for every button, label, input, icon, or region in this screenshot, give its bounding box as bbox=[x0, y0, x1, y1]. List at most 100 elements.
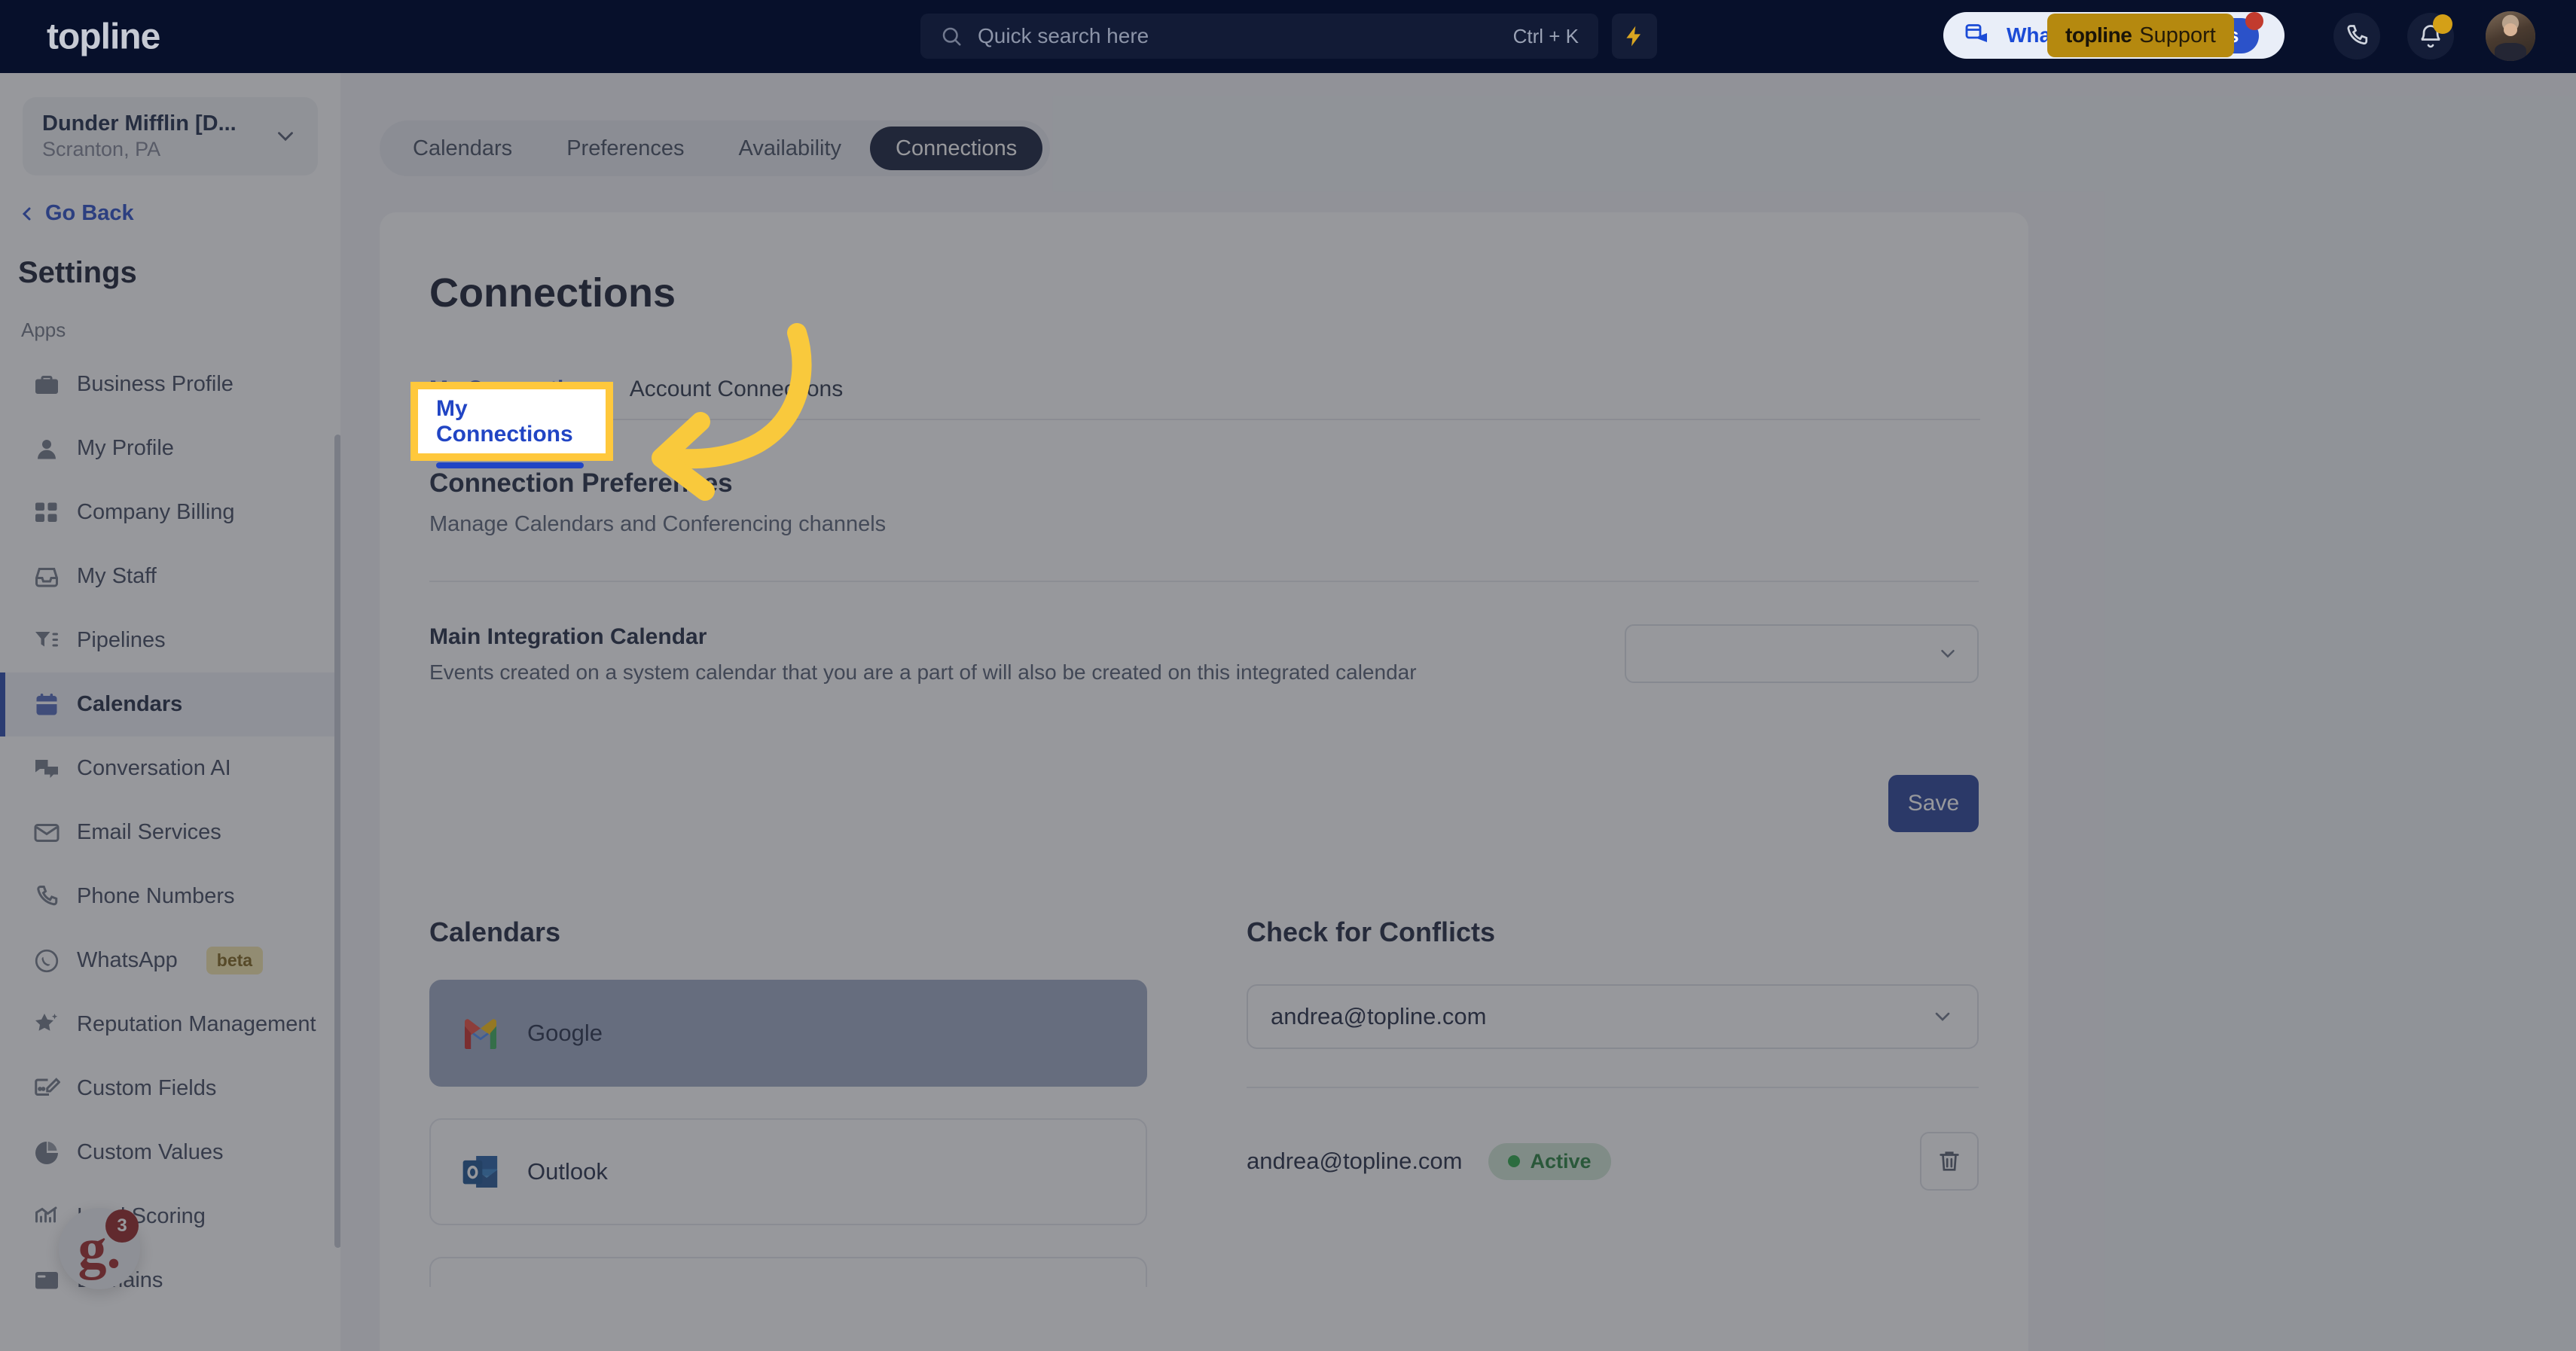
sidebar-item-label: Company Billing bbox=[77, 500, 235, 524]
quick-actions-button[interactable] bbox=[1612, 14, 1657, 59]
connection-preferences-subtitle: Manage Calendars and Conferencing channe… bbox=[429, 512, 887, 536]
app-root: topline Quick search here Ctrl + K What'… bbox=[0, 0, 2576, 1351]
sidebar-item-label: Reputation Management bbox=[77, 1012, 316, 1036]
calendar-option-label: Google bbox=[527, 1020, 603, 1046]
sidebar-item-company-billing[interactable]: Company Billing bbox=[0, 480, 340, 544]
notifications-button[interactable] bbox=[2407, 13, 2454, 59]
sidebar-item-custom-fields[interactable]: Custom Fields bbox=[0, 1057, 340, 1121]
envelope-icon bbox=[34, 823, 60, 842]
sidebar-item-label: Email Services bbox=[77, 820, 221, 844]
inbox-icon bbox=[35, 567, 58, 587]
connection-email: andrea@topline.com bbox=[1246, 1148, 1463, 1174]
location-switcher[interactable]: Dunder Mifflin [D... Scranton, PA bbox=[23, 97, 318, 175]
avatar-body bbox=[2494, 43, 2527, 61]
spotlight-label[interactable]: My Connections bbox=[436, 396, 606, 447]
sidebar-item-label: My Profile bbox=[77, 436, 174, 460]
conflicts-panel: Check for Conflicts andrea@topline.com a… bbox=[1246, 916, 1979, 1287]
avatar[interactable] bbox=[2486, 11, 2535, 61]
main-integration-calendar-select[interactable] bbox=[1625, 624, 1979, 683]
sidebar-item-my-staff[interactable]: My Staff bbox=[0, 544, 340, 608]
calendar-option-label: Outlook bbox=[527, 1158, 608, 1185]
notification-dot bbox=[2433, 14, 2452, 34]
chevron-left-icon bbox=[22, 207, 31, 220]
calendars-panel-heading: Calendars bbox=[429, 916, 561, 947]
chevron-down-icon bbox=[1935, 1012, 1950, 1021]
top-header: topline Quick search here Ctrl + K What'… bbox=[0, 0, 2576, 73]
subtab-account-connections[interactable]: Account Connections bbox=[630, 377, 869, 419]
go-back-label: Go Back bbox=[45, 201, 134, 225]
browser-window-icon bbox=[35, 1271, 58, 1288]
sidebar-item-label: Phone Numbers bbox=[77, 884, 235, 908]
sidebar-item-email-services[interactable]: Email Services bbox=[0, 801, 340, 865]
sidebar-item-label: Pipelines bbox=[77, 628, 166, 652]
support-widget-badge: 3 bbox=[105, 1209, 139, 1243]
app-logo: topline bbox=[47, 17, 160, 56]
support-label: Support bbox=[2139, 23, 2216, 47]
status-label: Active bbox=[1530, 1149, 1592, 1173]
sidebar-group-label: Apps bbox=[21, 319, 66, 341]
tab-preferences[interactable]: Preferences bbox=[541, 127, 710, 170]
connections-card: Connections My Connections Account Conne… bbox=[380, 212, 2028, 1351]
go-back-link[interactable]: Go Back bbox=[18, 201, 340, 226]
calendar-option-google[interactable]: Google bbox=[429, 980, 1147, 1087]
sidebar-nav: Business Profile My Profile Company Bill… bbox=[0, 352, 340, 1313]
location-name: Dunder Mifflin [D... bbox=[42, 111, 237, 136]
lightning-bolt-icon bbox=[1626, 26, 1641, 47]
active-tab-underline bbox=[436, 462, 584, 468]
location-subtitle: Scranton, PA bbox=[42, 138, 161, 161]
phone-icon bbox=[2347, 25, 2368, 45]
sidebar-item-custom-values[interactable]: Custom Values bbox=[0, 1121, 340, 1185]
save-button[interactable]: Save bbox=[1888, 775, 1979, 832]
briefcase-icon bbox=[35, 375, 58, 394]
tab-calendars[interactable]: Calendars bbox=[387, 127, 538, 170]
user-icon bbox=[38, 439, 56, 459]
sidebar-item-label: Custom Fields bbox=[77, 1076, 217, 1100]
tab-availability[interactable]: Availability bbox=[713, 127, 867, 170]
sidebar-item-label: Calendars bbox=[77, 692, 183, 716]
calendar-option-partial[interactable] bbox=[429, 1257, 1147, 1287]
calculator-icon bbox=[35, 502, 57, 522]
sidebar: Dunder Mifflin [D... Scranton, PA Go Bac… bbox=[0, 73, 340, 1351]
sidebar-item-lead-scoring[interactable]: Lead Scoring bbox=[0, 1185, 340, 1249]
calendar-icon bbox=[36, 693, 57, 715]
sidebar-item-pipelines[interactable]: Pipelines bbox=[0, 608, 340, 672]
announcement-icon bbox=[1965, 24, 1987, 42]
connection-preferences-title: Connection Preferences bbox=[429, 468, 733, 498]
topline-support-tooltip[interactable]: topline Support bbox=[2047, 14, 2234, 57]
search-icon bbox=[942, 27, 961, 46]
sidebar-item-label: Conversation AI bbox=[77, 756, 231, 780]
conflicts-panel-heading: Check for Conflicts bbox=[1246, 916, 1496, 947]
sidebar-item-label: My Staff bbox=[77, 564, 157, 588]
conflicts-account-select[interactable]: andrea@topline.com bbox=[1246, 984, 1979, 1049]
delete-connection-button[interactable] bbox=[1920, 1132, 1979, 1191]
sidebar-item-domains[interactable]: Domains bbox=[0, 1249, 340, 1313]
calendar-option-outlook[interactable]: Outlook bbox=[429, 1118, 1147, 1225]
sidebar-item-my-profile[interactable]: My Profile bbox=[0, 416, 340, 480]
phone-button[interactable] bbox=[2333, 13, 2380, 59]
conflicts-selected-account: andrea@topline.com bbox=[1270, 1003, 1487, 1029]
connection-row: andrea@topline.com Active bbox=[1247, 1132, 1979, 1191]
funnel-icon bbox=[35, 631, 58, 646]
sidebar-item-whatsapp[interactable]: WhatsApp beta bbox=[0, 929, 340, 993]
sidebar-item-business-profile[interactable]: Business Profile bbox=[0, 352, 340, 416]
support-widget-button[interactable]: g. 3 bbox=[59, 1208, 140, 1289]
chart-line-icon bbox=[35, 1206, 57, 1222]
tab-connections[interactable]: Connections bbox=[870, 127, 1043, 170]
whatsapp-icon bbox=[35, 949, 59, 972]
sidebar-item-conversation-ai[interactable]: Conversation AI bbox=[0, 736, 340, 801]
edit-field-icon bbox=[35, 1077, 60, 1096]
pie-chart-icon bbox=[35, 1141, 58, 1164]
sidebar-scrollbar[interactable] bbox=[334, 435, 340, 1248]
connections-panels: Calendars Google Outlook Check for Confl… bbox=[380, 916, 2028, 1287]
sidebar-item-reputation-management[interactable]: Reputation Management bbox=[0, 993, 340, 1057]
trash-icon bbox=[1940, 1151, 1959, 1171]
save-row: Save bbox=[380, 775, 1979, 832]
divider bbox=[1246, 1087, 1979, 1088]
divider bbox=[429, 581, 1979, 582]
sidebar-item-label: WhatsApp bbox=[77, 948, 178, 972]
sidebar-item-phone-numbers[interactable]: Phone Numbers bbox=[0, 865, 340, 929]
status-badge: Active bbox=[1488, 1142, 1611, 1180]
outlook-icon bbox=[462, 1156, 498, 1188]
search-input[interactable]: Quick search here Ctrl + K bbox=[920, 14, 1598, 59]
sidebar-item-calendars[interactable]: Calendars bbox=[0, 672, 340, 736]
